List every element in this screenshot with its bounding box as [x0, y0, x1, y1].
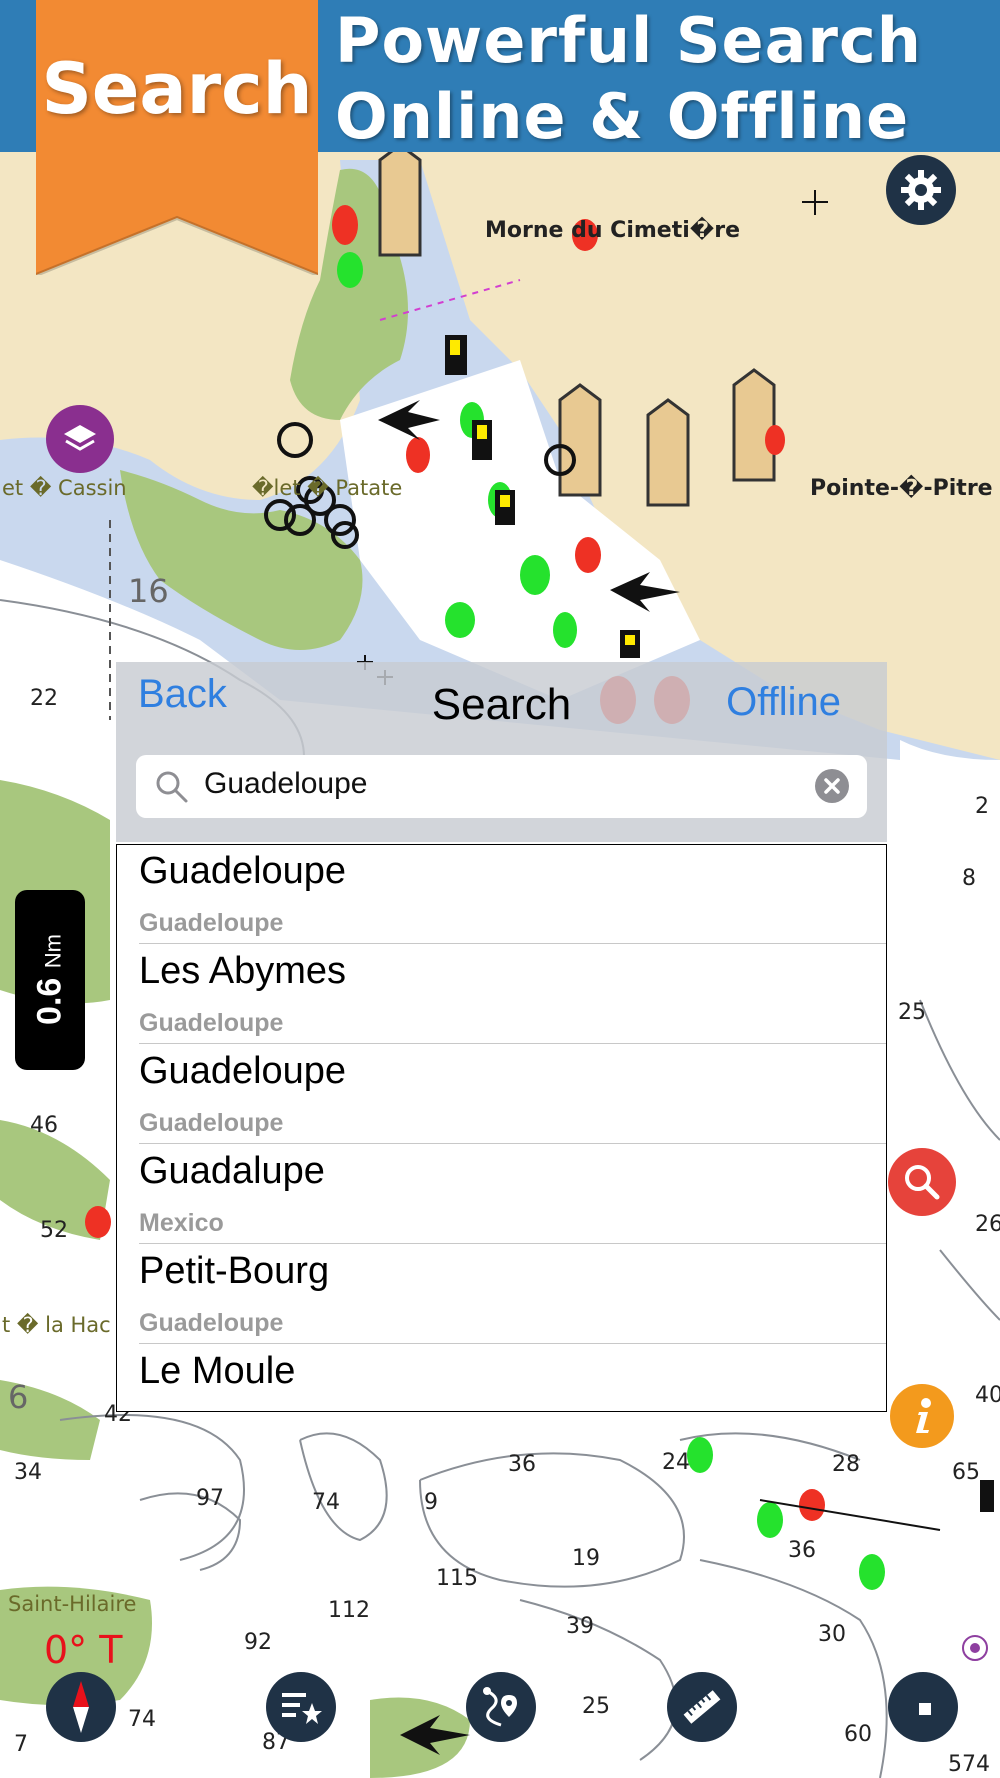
- row-divider: [139, 1343, 886, 1344]
- depth-sounding: 22: [30, 686, 58, 711]
- depth-sounding: 60: [844, 1722, 872, 1747]
- depth-sounding: 65: [952, 1460, 980, 1485]
- depth-sounding: 115: [436, 1566, 478, 1591]
- depth-sounding: 40: [975, 1383, 1000, 1408]
- depth-sounding: 112: [328, 1598, 370, 1623]
- depth-sounding: 25: [582, 1694, 610, 1719]
- map-label-hache: t � la Hac: [2, 1313, 111, 1337]
- row-divider: [139, 943, 886, 944]
- depth-sounding: 36: [788, 1538, 816, 1563]
- banner-headline-line1: Powerful Search: [335, 4, 922, 77]
- favorites-list-icon: [282, 1693, 322, 1724]
- result-name: Guadeloupe: [139, 850, 347, 892]
- settings-button[interactable]: [886, 155, 956, 225]
- search-result-row[interactable]: Les Abymes Guadeloupe: [117, 945, 886, 1045]
- stop-button[interactable]: [888, 1672, 958, 1742]
- result-name: Petit-Bourg: [139, 1250, 330, 1292]
- favorites-list-button[interactable]: [266, 1672, 336, 1742]
- depth-sounding: 6: [8, 1378, 29, 1416]
- depth-sounding: 9: [424, 1490, 438, 1515]
- result-name: Guadeloupe: [139, 1050, 347, 1092]
- info-button[interactable]: [888, 1382, 956, 1450]
- ribbon-tag: [36, 0, 318, 275]
- depth-sounding: 39: [566, 1614, 594, 1639]
- depth-sounding: 28: [832, 1452, 860, 1477]
- stop-icon: [919, 1703, 931, 1715]
- search-results-list[interactable]: Guadeloupe Guadeloupe Les Abymes Guadelo…: [116, 844, 887, 1412]
- map-label-hilaire: Saint-Hilaire: [8, 1592, 137, 1616]
- scale-value: 0.6: [30, 977, 69, 1025]
- search-result-row[interactable]: Le Moule: [117, 1345, 886, 1411]
- depth-sounding: 74: [128, 1707, 156, 1732]
- result-region: Guadeloupe: [139, 1309, 284, 1337]
- search-result-row[interactable]: Guadeloupe Guadeloupe: [117, 1045, 886, 1145]
- compass-button[interactable]: [46, 1672, 116, 1742]
- route-icon: [483, 1687, 517, 1727]
- depth-sounding: 25: [898, 1000, 926, 1025]
- row-divider: [139, 1043, 886, 1044]
- search-panel-header: Back Search Offline Guadeloupe: [116, 662, 887, 842]
- row-divider: [139, 1143, 886, 1144]
- depth-sounding: 19: [572, 1546, 600, 1571]
- info-icon: [916, 1398, 931, 1433]
- search-magnifier-icon: [905, 1165, 940, 1200]
- search-panel: Back Search Offline Guadeloupe Guadeloup…: [116, 662, 887, 1412]
- search-result-row[interactable]: Petit-Bourg Guadeloupe: [117, 1245, 886, 1345]
- depth-sounding: 16: [128, 572, 169, 610]
- search-map-button[interactable]: [888, 1148, 956, 1216]
- offline-button[interactable]: Offline: [726, 680, 841, 725]
- result-region: Guadeloupe: [139, 1109, 284, 1137]
- compass-icon: [73, 1681, 89, 1733]
- map-label-patate: �let � Patate: [252, 476, 403, 500]
- result-region: Guadeloupe: [139, 1009, 284, 1037]
- depth-sounding: 574: [948, 1752, 990, 1777]
- depth-sounding: 74: [312, 1490, 340, 1515]
- layers-icon: [64, 425, 96, 451]
- depth-sounding: 36: [508, 1452, 536, 1477]
- depth-sounding: 92: [244, 1630, 272, 1655]
- clear-search-button[interactable]: [815, 769, 849, 803]
- search-query[interactable]: Guadeloupe: [204, 767, 367, 801]
- row-divider: [139, 1243, 886, 1244]
- depth-sounding: 2: [975, 794, 989, 819]
- ruler-icon: [683, 1690, 721, 1724]
- result-name: Les Abymes: [139, 950, 346, 992]
- layers-button[interactable]: [46, 405, 114, 473]
- result-name: Le Moule: [139, 1350, 296, 1392]
- search-result-row[interactable]: Guadalupe Mexico: [117, 1145, 886, 1245]
- map-label-cassin: et � Cassin: [2, 476, 127, 500]
- result-region: Guadeloupe: [139, 909, 284, 937]
- scale-bar: 0.6 Nm: [15, 890, 85, 1070]
- ruler-button[interactable]: [667, 1672, 737, 1742]
- banner-headline-line2: Online & Offline: [335, 80, 910, 153]
- depth-sounding: 7: [14, 1732, 28, 1757]
- map-label-morne: Morne du Cimeti�re: [485, 218, 741, 243]
- depth-sounding: 26: [975, 1212, 1000, 1237]
- depth-sounding: 46: [30, 1113, 58, 1138]
- heading-readout: 0° T: [44, 1628, 123, 1672]
- scale-unit: Nm: [40, 934, 66, 969]
- ribbon-label: Search: [41, 48, 313, 130]
- result-region: Mexico: [139, 1209, 224, 1237]
- search-input[interactable]: Guadeloupe: [136, 755, 867, 818]
- map-label-pointe: Pointe-�-Pitre: [810, 476, 993, 501]
- close-icon: [824, 778, 840, 794]
- result-name: Guadalupe: [139, 1150, 325, 1192]
- gear-icon: [901, 170, 941, 210]
- route-button[interactable]: [466, 1672, 536, 1742]
- depth-sounding: 34: [14, 1460, 42, 1485]
- search-icon: [156, 771, 188, 803]
- depth-sounding: 8: [962, 866, 976, 891]
- depth-sounding: 97: [196, 1486, 224, 1511]
- depth-sounding: 24: [662, 1450, 690, 1475]
- depth-sounding: 30: [818, 1622, 846, 1647]
- depth-sounding: 52: [40, 1218, 68, 1243]
- search-result-row[interactable]: Guadeloupe Guadeloupe: [117, 845, 886, 945]
